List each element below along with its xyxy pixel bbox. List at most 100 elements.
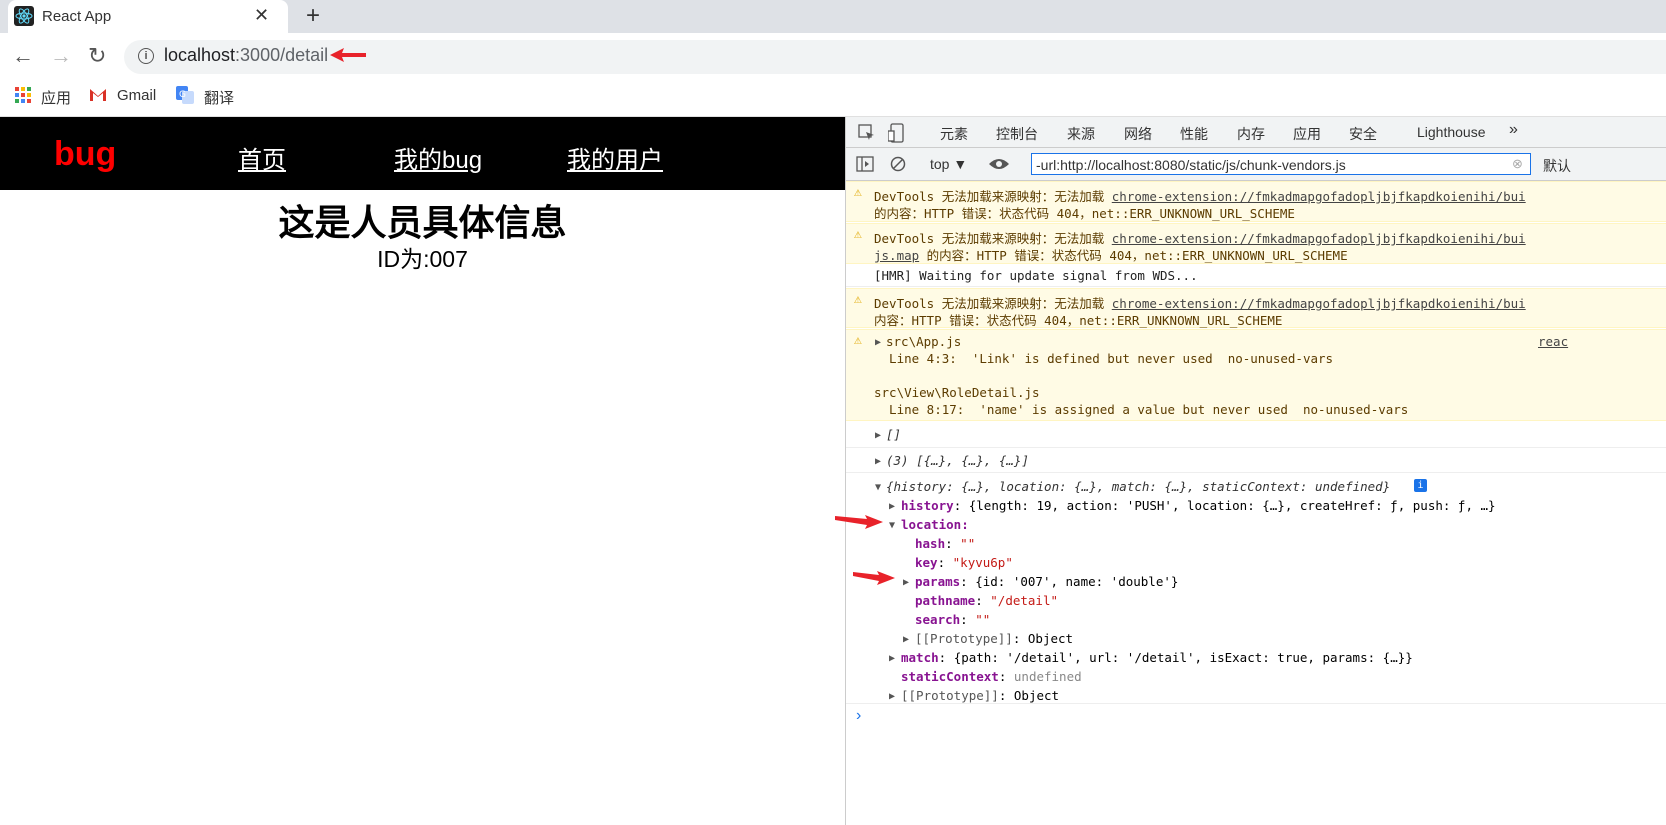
warning-text: DevTools 无法加载来源映射：无法加载 bbox=[874, 189, 1112, 204]
nav-link-my-bugs[interactable]: 我的bug bbox=[394, 140, 482, 175]
url-text[interactable]: localhost:3000/detail bbox=[164, 45, 328, 66]
prop-history: history: {length: 19, action: 'PUSH', lo… bbox=[901, 498, 1496, 513]
new-tab-button[interactable]: + bbox=[306, 2, 320, 30]
lint-file: src\App.js bbox=[886, 334, 962, 349]
log-text: [HMR] Waiting for update signal from WDS… bbox=[874, 268, 1198, 283]
context-selector[interactable]: top ▼ bbox=[930, 156, 967, 172]
console-warning: ⚠ DevTools 无法加载来源映射：无法加载 chrome-extensio… bbox=[846, 223, 1666, 264]
nav-link-home[interactable]: 首页 bbox=[238, 140, 286, 175]
warning-text: 的内容：HTTP 错误：状态代码 404，net::ERR_UNKNOWN_UR… bbox=[874, 206, 1295, 221]
console-warning: ⚠ ▶ src\App.js Line 4:3: 'Link' is defin… bbox=[846, 329, 1666, 421]
more-tabs-icon[interactable]: » bbox=[1509, 121, 1518, 139]
prop-static-context: staticContext: undefined bbox=[901, 669, 1082, 684]
devtools-tab-lighthouse[interactable]: Lighthouse bbox=[1417, 124, 1486, 140]
warning-icon: ⚠ bbox=[854, 185, 862, 200]
reload-button[interactable]: ↻ bbox=[88, 43, 106, 69]
lint-line: Line 8:17: 'name' is assigned a value bu… bbox=[874, 402, 1409, 417]
console-log: [HMR] Waiting for update signal from WDS… bbox=[846, 265, 1666, 287]
warning-text: DevTools 无法加载来源映射：无法加载 bbox=[874, 231, 1112, 246]
console-warning: ⚠ DevTools 无法加载来源映射：无法加载 chrome-extensio… bbox=[846, 181, 1666, 222]
sidebar-toggle-icon[interactable] bbox=[856, 156, 874, 172]
log-levels-dropdown[interactable]: 默认 bbox=[1543, 156, 1571, 176]
object-summary[interactable]: {history: {…}, location: {…}, match: {…}… bbox=[886, 479, 1390, 494]
source-link[interactable]: chrome-extension://fmkadmapgofadopljbjfk… bbox=[1112, 189, 1526, 204]
bookmarks-bar bbox=[0, 80, 1666, 117]
red-arrow-annotation bbox=[835, 515, 883, 529]
red-arrow-annotation bbox=[330, 48, 366, 62]
red-arrow-annotation bbox=[853, 571, 895, 585]
apps-icon[interactable] bbox=[15, 87, 32, 104]
log-value[interactable]: (3) [{…}, {…}, {…}] bbox=[886, 453, 1029, 468]
device-toolbar-icon[interactable] bbox=[888, 123, 906, 143]
prop-params: params: {id: '007', name: 'double'} bbox=[915, 574, 1179, 589]
bookmark-translate[interactable]: 翻译 bbox=[204, 87, 234, 108]
prop-search: search: "" bbox=[915, 612, 991, 627]
devtools-panel: 元素 控制台 来源 网络 性能 内存 应用 安全 Lighthouse » to… bbox=[845, 117, 1666, 825]
console-warning: ⚠ DevTools 无法加载来源映射：无法加载 chrome-extensio… bbox=[846, 288, 1666, 328]
devtools-tab-network[interactable]: 网络 bbox=[1124, 124, 1152, 144]
translate-icon: G bbox=[176, 86, 194, 104]
source-link[interactable]: js.map bbox=[874, 248, 919, 263]
devtools-tab-sources[interactable]: 来源 bbox=[1067, 124, 1095, 144]
person-id: ID为:007 bbox=[377, 246, 468, 272]
info-icon[interactable]: i bbox=[138, 48, 154, 64]
devtools-tab-application[interactable]: 应用 bbox=[1293, 124, 1321, 144]
console-filter-input[interactable]: -url:http://localhost:8080/static/js/chu… bbox=[1031, 153, 1531, 175]
prop-hash: hash: "" bbox=[915, 536, 976, 551]
tab-title: React App bbox=[42, 8, 112, 25]
forward-button[interactable]: → bbox=[50, 43, 72, 69]
console-object-log: ▼ {history: {…}, location: {…}, match: {… bbox=[846, 474, 1666, 704]
expand-arrow-icon[interactable]: ▶ bbox=[875, 430, 881, 441]
prop-prototype: [[Prototype]]: Object bbox=[901, 688, 1060, 703]
prop-pathname: pathname: "/detail" bbox=[915, 593, 1059, 608]
prop-key: key: "kyvu6p" bbox=[915, 555, 1013, 570]
console-log: ▶ [] bbox=[846, 422, 1666, 448]
source-link[interactable]: chrome-extension://fmkadmapgofadopljbjfk… bbox=[1112, 231, 1526, 246]
bookmark-gmail[interactable]: Gmail bbox=[117, 87, 156, 104]
page-title: 这是人员具体信息 bbox=[278, 202, 567, 243]
svg-text:G: G bbox=[179, 90, 186, 100]
warning-icon: ⚠ bbox=[854, 292, 862, 307]
clear-filter-icon[interactable]: ⊗ bbox=[1512, 156, 1523, 172]
expand-arrow-icon[interactable]: ▶ bbox=[875, 456, 881, 467]
prop-location[interactable]: location: bbox=[901, 517, 969, 532]
console-prompt[interactable]: › bbox=[856, 707, 861, 725]
info-icon[interactable]: i bbox=[1414, 479, 1427, 492]
prop-match: match: {path: '/detail', url: '/detail',… bbox=[901, 650, 1413, 665]
gmail-icon bbox=[90, 89, 106, 101]
warning-icon: ⚠ bbox=[854, 333, 862, 348]
log-value[interactable]: [] bbox=[886, 427, 901, 442]
prop-prototype: [[Prototype]]: Object bbox=[915, 631, 1074, 646]
back-button[interactable]: ← bbox=[12, 43, 34, 69]
expand-arrow-icon[interactable]: ▶ bbox=[903, 634, 909, 645]
bookmark-apps[interactable]: 应用 bbox=[41, 87, 71, 108]
warning-text: 的内容：HTTP 错误：状态代码 404，net::ERR_UNKNOWN_UR… bbox=[919, 248, 1348, 263]
lint-line: Line 4:3: 'Link' is defined but never us… bbox=[874, 351, 1334, 366]
devtools-tab-memory[interactable]: 内存 bbox=[1237, 124, 1265, 144]
inspect-icon[interactable] bbox=[858, 124, 876, 142]
expand-arrow-icon[interactable]: ▶ bbox=[889, 691, 895, 702]
eye-icon[interactable] bbox=[988, 157, 1010, 171]
collapse-arrow-icon[interactable]: ▼ bbox=[875, 482, 881, 493]
close-icon[interactable]: ✕ bbox=[254, 5, 269, 26]
devtools-tab-elements[interactable]: 元素 bbox=[940, 124, 968, 144]
devtools-tab-console[interactable]: 控制台 bbox=[996, 124, 1038, 151]
clear-console-icon[interactable] bbox=[890, 156, 906, 172]
warning-text: 内容：HTTP 错误：状态代码 404，net::ERR_UNKNOWN_URL… bbox=[874, 313, 1283, 328]
expand-arrow-icon[interactable]: ▶ bbox=[889, 501, 895, 512]
react-icon bbox=[14, 6, 34, 26]
expand-arrow-icon[interactable]: ▶ bbox=[903, 577, 909, 588]
source-link[interactable]: reac bbox=[1538, 334, 1568, 349]
warning-icon: ⚠ bbox=[854, 227, 862, 242]
devtools-tab-performance[interactable]: 性能 bbox=[1180, 124, 1208, 144]
brand-logo[interactable]: bug bbox=[54, 135, 116, 174]
expand-arrow-icon[interactable]: ▶ bbox=[889, 653, 895, 664]
source-link[interactable]: chrome-extension://fmkadmapgofadopljbjfk… bbox=[1112, 296, 1526, 311]
expand-arrow-icon[interactable]: ▶ bbox=[875, 337, 881, 348]
nav-link-my-users[interactable]: 我的用户 bbox=[567, 140, 663, 175]
warning-text: DevTools 无法加载来源映射：无法加载 bbox=[874, 296, 1112, 311]
console-log: ▶ (3) [{…}, {…}, {…}] bbox=[846, 449, 1666, 473]
lint-file: src\View\RoleDetail.js bbox=[874, 385, 1040, 400]
devtools-tab-security[interactable]: 安全 bbox=[1349, 124, 1377, 144]
collapse-arrow-icon[interactable]: ▼ bbox=[889, 520, 895, 531]
